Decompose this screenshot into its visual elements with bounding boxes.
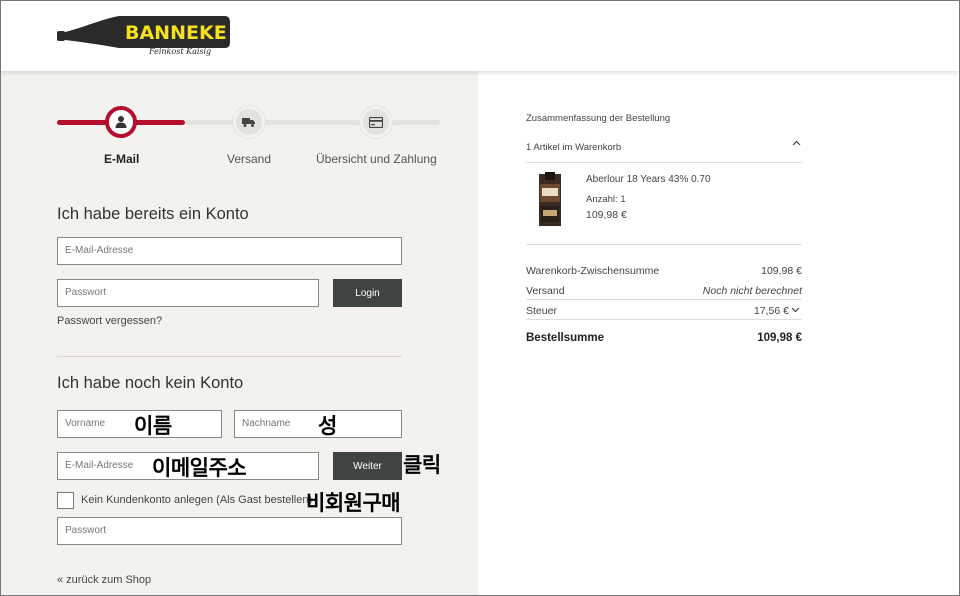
progress-track-remaining [185,120,440,125]
shipping-value: Noch nicht berechnet [702,285,802,297]
section-divider [57,356,402,357]
credit-card-icon [369,116,383,128]
login-heading: Ich habe bereits ein Konto [57,205,249,223]
user-icon [115,116,127,128]
summary-divider [526,162,802,163]
forgot-password-link[interactable]: Passwort vergessen? [57,315,162,327]
summary-divider [526,319,802,320]
step-payment [360,106,392,138]
tax-value[interactable]: 17,56 € [754,305,789,317]
login-email-field[interactable]: E-Mail-Adresse [57,237,402,265]
chevron-down-icon[interactable] [791,305,800,316]
logo-wordmark: BANNEKE [125,22,227,44]
annotation-click: 클릭 [403,453,441,477]
annotation-guest: 비회원구매 [306,491,401,515]
summary-title: Zusammenfassung der Bestellung [526,113,671,124]
annotation-email: 이메일주소 [152,456,247,480]
product-quantity: Anzahl: 1 [586,194,626,205]
step-label-shipping: Versand [227,152,272,166]
continue-button[interactable]: Weiter [333,452,402,480]
register-heading: Ich habe noch kein Konto [57,374,244,392]
login-button[interactable]: Login [333,279,402,307]
subtotal-label: Warenkorb-Zwischensumme [526,265,660,277]
product-name[interactable]: Aberlour 18 Years 43% 0.70 [586,174,711,185]
truck-icon [242,118,255,127]
annotation-lastname: 성 [318,414,337,438]
step-label-email: E-Mail [104,152,140,166]
step-label-payment: Übersicht und Zahlung [316,152,437,166]
login-password-field[interactable]: Passwort [57,279,319,307]
summary-divider [526,299,802,300]
banneke-logo[interactable]: BANNEKE Feinkost Kaisig [57,14,230,57]
total-value: 109,98 € [757,332,802,344]
guest-checkbox[interactable] [57,492,74,509]
step-email [105,106,137,138]
shipping-label: Versand [526,285,565,297]
cart-count[interactable]: 1 Artikel im Warenkorb [526,142,621,153]
chevron-up-icon[interactable] [792,138,801,149]
product-price: 109,98 € [586,209,627,221]
product-image [536,172,564,226]
summary-divider [526,244,802,245]
tax-label: Steuer [526,305,557,317]
back-to-shop-link[interactable]: « zurück zum Shop [57,574,151,586]
total-label: Bestellsumme [526,332,604,344]
step-shipping [233,106,265,138]
guest-checkbox-label[interactable]: Kein Kundenkonto anlegen (Als Gast beste… [81,494,312,506]
logo-tagline: Feinkost Kaisig [148,47,211,56]
annotation-firstname: 이름 [134,414,172,438]
site-header: BANNEKE Feinkost Kaisig [0,0,960,71]
register-password-field[interactable]: Passwort [57,517,402,545]
subtotal-value: 109,98 € [761,265,802,277]
